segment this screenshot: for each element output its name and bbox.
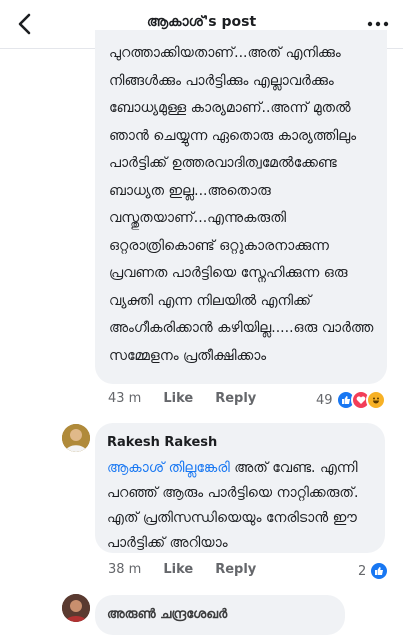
reaction-summary[interactable]: 49 [316,390,386,410]
reaction-summary[interactable]: 2 [358,561,390,581]
avatar[interactable] [62,424,90,452]
reply-button[interactable]: Reply [215,391,256,406]
comment-time: 43 m [108,391,142,406]
like-reaction-icon [369,561,390,581]
comment-author[interactable]: Rakesh Rakesh [107,435,217,450]
comment-bubble: അരുൺ ചന്ദ്രശേഖർ [95,595,345,635]
tagged-user-link[interactable]: ആകാശ് തില്ലങ്കേരി [107,460,230,476]
comment-bubble: Rakesh Rakesh ആകാശ് തില്ലങ്കേരി അത് വേണ്… [95,423,385,553]
comment-text: പുറത്താക്കിയതാണ്...അത് എനിക്കും നിങ്ങൾക്… [109,45,374,364]
haha-reaction-icon [365,390,386,410]
reaction-count: 2 [358,563,367,579]
like-button[interactable]: Like [163,562,193,577]
comment-time: 38 m [108,562,142,577]
comment-actions: 38 m Like Reply [108,562,256,577]
reply-button[interactable]: Reply [215,562,256,577]
page-title: ആകാശ്'s post [146,14,257,30]
comment-bubble: പുറത്താക്കിയതാണ്...അത് എനിക്കും നിങ്ങൾക്… [95,30,387,384]
like-button[interactable]: Like [163,391,193,406]
comment-text: ആകാശ് തില്ലങ്കേരി അത് വേണ്ട. എന്നി പറഞ്ഞ… [107,456,375,556]
reaction-count: 49 [316,392,333,408]
avatar[interactable] [62,594,90,622]
comment-actions: 43 m Like Reply [108,391,256,406]
